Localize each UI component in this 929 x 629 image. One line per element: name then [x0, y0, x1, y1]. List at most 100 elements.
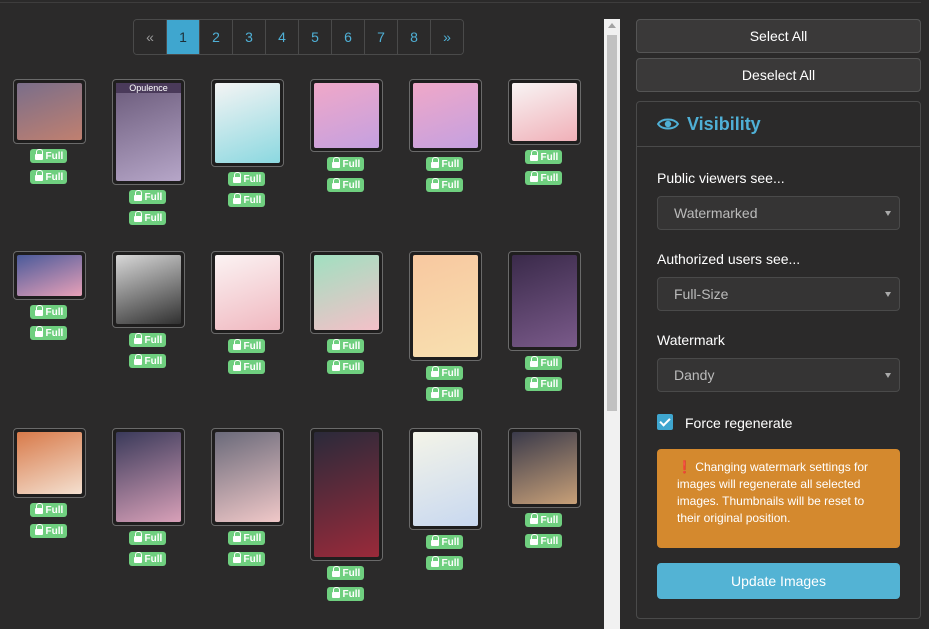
full-access-badge[interactable]: Full	[326, 178, 365, 192]
full-access-badge[interactable]: Full	[227, 193, 266, 207]
lock-icon	[529, 171, 538, 182]
lock-icon	[133, 552, 142, 563]
full-access-badge[interactable]: Full	[128, 333, 167, 347]
gallery-thumbnail[interactable]	[13, 251, 86, 300]
watermark-label: Watermark	[657, 332, 725, 348]
full-access-badge[interactable]: Full	[29, 170, 68, 184]
badge-label: Full	[144, 334, 163, 346]
full-access-badge[interactable]: Full	[128, 531, 167, 545]
badge-label: Full	[441, 536, 460, 548]
full-access-badge[interactable]: Full	[227, 172, 266, 186]
lock-icon	[331, 566, 340, 577]
gallery-thumbnail[interactable]	[508, 251, 581, 351]
gallery-scrollbar[interactable]	[604, 19, 620, 629]
deselect-all-button[interactable]: Deselect All	[636, 58, 921, 92]
badge-label: Full	[342, 588, 361, 600]
badge-label: Full	[441, 367, 460, 379]
gallery-thumbnail[interactable]	[310, 79, 383, 152]
full-access-badge[interactable]: Full	[425, 178, 464, 192]
full-access-badge[interactable]: Full	[128, 354, 167, 368]
full-access-badge[interactable]: Full	[524, 534, 563, 548]
gallery-thumbnail[interactable]	[13, 79, 86, 144]
full-access-badge[interactable]: Full	[227, 339, 266, 353]
lock-icon	[133, 190, 142, 201]
watermark-warning-alert: ❗ Changing watermark settings for images…	[657, 449, 900, 548]
full-access-badge[interactable]: Full	[227, 360, 266, 374]
scroll-up-arrow-icon[interactable]	[608, 23, 616, 28]
gallery-thumbnail[interactable]	[211, 251, 284, 334]
full-access-badge[interactable]: Full	[326, 157, 365, 171]
full-access-badge[interactable]: Full	[326, 566, 365, 580]
public-viewers-select[interactable]: Watermarked	[657, 196, 900, 230]
full-access-badge[interactable]: Full	[326, 360, 365, 374]
full-access-badge[interactable]: Full	[425, 535, 464, 549]
thumbnail-image	[215, 255, 280, 330]
badge-label: Full	[144, 212, 163, 224]
full-access-badge[interactable]: Full	[29, 326, 68, 340]
full-access-badge[interactable]: Full	[524, 171, 563, 185]
gallery-thumbnail[interactable]	[310, 251, 383, 334]
lock-icon	[529, 513, 538, 524]
gallery-thumbnail[interactable]	[112, 428, 185, 526]
thumbnail-image	[116, 255, 181, 324]
thumbnail-image	[512, 432, 577, 504]
gallery-thumbnail[interactable]	[211, 79, 284, 167]
full-access-badge[interactable]: Full	[29, 503, 68, 517]
badge-label: Full	[45, 327, 64, 339]
gallery-thumbnail[interactable]: Opulence	[112, 79, 185, 185]
full-access-badge[interactable]: Full	[425, 366, 464, 380]
thumbnail-image	[215, 432, 280, 522]
thumbnail-image	[413, 83, 478, 148]
lock-icon	[331, 360, 340, 371]
select-all-button[interactable]: Select All	[636, 19, 921, 53]
full-access-badge[interactable]: Full	[29, 524, 68, 538]
full-access-badge[interactable]: Full	[227, 531, 266, 545]
force-regenerate-checkbox[interactable]	[657, 414, 673, 430]
lock-icon	[430, 556, 439, 567]
gallery-thumbnail[interactable]	[13, 428, 86, 498]
lock-icon	[34, 170, 43, 181]
badge-label: Full	[45, 306, 64, 318]
full-access-badge[interactable]: Full	[524, 150, 563, 164]
full-access-badge[interactable]: Full	[425, 157, 464, 171]
scroll-thumb[interactable]	[607, 35, 617, 411]
lock-icon	[133, 211, 142, 222]
full-access-badge[interactable]: Full	[29, 305, 68, 319]
gallery-thumbnail[interactable]	[310, 428, 383, 561]
gallery-thumbnail[interactable]	[508, 428, 581, 508]
gallery-thumbnail[interactable]	[409, 251, 482, 361]
gallery-thumbnail[interactable]	[112, 251, 185, 328]
watermark-select[interactable]: Dandy	[657, 358, 900, 392]
gallery-thumbnail[interactable]	[409, 428, 482, 530]
full-access-badge[interactable]: Full	[326, 339, 365, 353]
full-access-badge[interactable]: Full	[524, 513, 563, 527]
full-access-badge[interactable]: Full	[128, 211, 167, 225]
badge-label: Full	[243, 340, 262, 352]
full-access-badge[interactable]: Full	[524, 356, 563, 370]
badge-label: Full	[144, 532, 163, 544]
badge-label: Full	[243, 361, 262, 373]
full-access-badge[interactable]: Full	[326, 587, 365, 601]
gallery-thumbnail[interactable]	[211, 428, 284, 526]
full-access-badge[interactable]: Full	[128, 190, 167, 204]
alert-text: Changing watermark settings for images w…	[677, 460, 869, 525]
badge-label: Full	[342, 179, 361, 191]
full-access-badge[interactable]: Full	[425, 387, 464, 401]
full-access-badge[interactable]: Full	[524, 377, 563, 391]
thumbnail-image	[17, 255, 82, 296]
chevron-down-icon	[885, 292, 891, 297]
full-access-badge[interactable]: Full	[128, 552, 167, 566]
thumbnail-image	[512, 83, 577, 141]
full-access-badge[interactable]: Full	[425, 556, 464, 570]
update-images-button[interactable]: Update Images	[657, 563, 900, 599]
full-access-badge[interactable]: Full	[227, 552, 266, 566]
full-access-badge[interactable]: Full	[29, 149, 68, 163]
thumbnail-image	[413, 432, 478, 526]
lock-icon	[133, 333, 142, 344]
authorized-users-select[interactable]: Full-Size	[657, 277, 900, 311]
gallery-thumbnail[interactable]	[508, 79, 581, 145]
lock-icon	[34, 326, 43, 337]
gallery-thumbnail[interactable]	[409, 79, 482, 152]
badge-label: Full	[45, 150, 64, 162]
thumbnail-image	[215, 83, 280, 163]
